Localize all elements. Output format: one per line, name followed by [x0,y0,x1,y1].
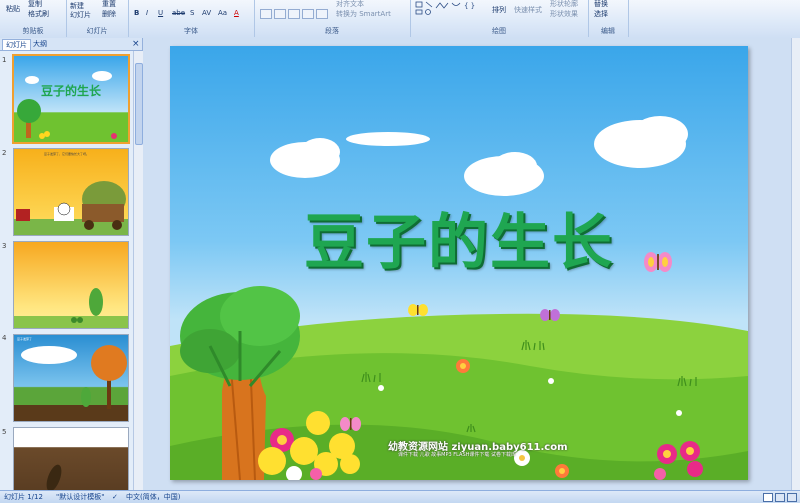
thumbnail-5-scene [46,464,62,491]
tab-slides[interactable]: 幻灯片 [2,39,31,50]
slide-sorter-icon[interactable] [775,493,785,502]
slide-thumbnail-1[interactable]: 豆子的生长 [12,54,130,144]
status-bar: 幻灯片 1/12 "默认设计模板" ✓ 中文(简体，中国) [0,490,800,503]
align-center-icon[interactable] [274,9,286,19]
tab-outline[interactable]: 大纲 [30,39,50,49]
thumbnail-1-scene [17,71,117,139]
shape-outline-button[interactable]: 形状轮廓 [550,0,578,9]
cloud-left [270,138,340,178]
slides-group-label: 幻灯片 [86,27,108,35]
justify-icon[interactable] [302,9,314,19]
cloud-thin [346,132,430,146]
editing-group: 替换 选择 编辑 [588,0,629,37]
align-text-button[interactable]: 对齐文本 [336,0,364,9]
cloud-right [594,116,688,168]
bold-button[interactable]: B [134,9,139,17]
slide-thumbnail-5[interactable] [13,427,129,492]
panel-tabs: 幻灯片 大纲 × [0,38,142,51]
align-right-icon[interactable] [288,9,300,19]
butterfly-yellow [408,304,428,316]
strikethrough-button[interactable]: abe [172,9,185,17]
columns-icon[interactable] [316,9,328,19]
language-indicator[interactable]: 中文(简体，中国) [126,491,180,503]
slide-thumbnail-3[interactable] [13,241,129,329]
svg-text:{ }: { } [464,2,475,10]
shapes-gallery-icon[interactable]: { } [414,0,478,16]
normal-view-icon[interactable] [763,493,773,502]
current-slide[interactable]: 豆子的生长 幼教资源网站 ziyuan.baby611.com 课件下载 儿歌 … [170,46,748,480]
slideshow-icon[interactable] [787,493,797,502]
ribbon: 粘贴 复制 格式刷 剪贴板 新建 幻灯片 重置 删除 幻灯片 B I U abe… [0,0,800,39]
quick-styles-button[interactable]: 快速样式 [514,5,542,15]
paste-button[interactable]: 粘贴 [6,4,20,14]
italic-button[interactable]: I [146,9,148,17]
paragraph-group-label: 段落 [325,27,339,35]
align-left-icon[interactable] [260,9,272,19]
editing-group-label: 编辑 [601,27,615,35]
slide-number-4: 4 [2,334,7,342]
slide-thumbnail-2[interactable]: 豆子发芽了，它们要快长大了呀。 [13,148,129,236]
butterfly-small-pink [340,417,361,431]
font-color-button[interactable]: A [234,9,239,17]
font-group: B I U abe S AV Aa A 字体 [128,0,255,37]
slide-thumbnail-4[interactable]: 豆子发芽了 [13,334,129,422]
panel-scrollbar-thumb[interactable] [135,63,143,145]
clipboard-group: 粘贴 复制 格式刷 剪贴板 [0,0,67,37]
thumbnail-3-scene [14,288,128,328]
arrange-button[interactable]: 排列 [492,5,506,15]
slide-title[interactable]: 豆子的生长 [170,194,748,281]
change-case-button[interactable]: Aa [218,9,227,17]
drawing-group-label: 绘图 [492,27,506,35]
slide-thumbnail-panel: 幻灯片 大纲 × 1 豆子的生长 2 豆子发芽了，它们要快长大了呀。 3 4 豆… [0,38,143,492]
cloud-middle [464,152,544,196]
shape-effects-button[interactable]: 形状效果 [550,9,578,19]
thumbnail-2-scene [14,181,128,235]
format-painter-button[interactable]: 格式刷 [28,9,49,19]
slides-group: 新建 幻灯片 重置 删除 幻灯片 [66,0,129,37]
replace-button[interactable]: 替换 [594,0,608,9]
close-panel-icon[interactable]: × [129,39,143,49]
paragraph-group: 对齐文本 转换为 SmartArt 段落 [254,0,411,37]
underline-button[interactable]: U [158,9,163,17]
slide-number-2: 2 [2,149,7,157]
slide-number-1: 1 [2,56,7,64]
drawing-group: { } 排列 快速样式 形状轮廓 形状效果 绘图 [410,0,589,37]
slide-counter: 幻灯片 1/12 [4,493,43,501]
smartart-button[interactable]: 转换为 SmartArt [336,9,391,19]
copy-button[interactable]: 复制 [28,0,42,9]
butterfly-purple [540,309,560,321]
new-slide-button[interactable]: 新建 幻灯片 [70,2,91,20]
clipboard-group-label: 剪贴板 [22,27,44,35]
select-button[interactable]: 选择 [594,9,608,19]
theme-name: "默认设计模板" [56,493,105,501]
spell-check-icon[interactable]: ✓ [112,491,118,503]
watermark-subtext: 课件下载 儿歌 故事MP3 FLASH课件下载 试卷下载库 [398,452,517,458]
slide-vertical-scrollbar[interactable] [791,38,800,490]
character-spacing-button[interactable]: AV [202,9,211,17]
slide-number-5: 5 [2,428,7,436]
reset-button[interactable]: 重置 [102,0,116,9]
panel-scrollbar[interactable] [133,51,143,490]
shadow-button[interactable]: S [190,9,194,17]
delete-slide-button[interactable]: 删除 [102,9,116,19]
font-group-label: 字体 [184,27,198,35]
thumbnail-4-scene [14,345,128,421]
slide-editing-area: 豆子的生长 幼教资源网站 ziyuan.baby611.com 课件下载 儿歌 … [143,38,800,490]
slide-number-3: 3 [2,242,7,250]
